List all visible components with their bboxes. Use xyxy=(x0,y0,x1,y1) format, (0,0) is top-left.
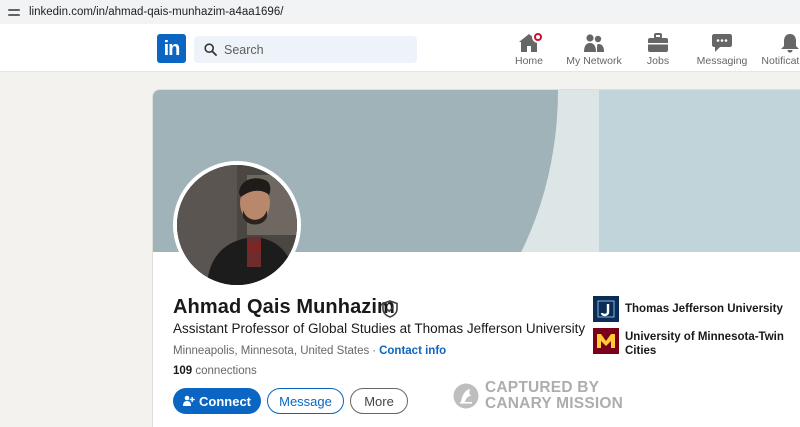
nav-item-jobs[interactable]: Jobs xyxy=(640,33,676,71)
watermark-line-1: CAPTURED BY xyxy=(485,379,600,396)
tju-logo xyxy=(593,296,619,322)
url-text[interactable]: linkedin.com/in/ahmad-qais-munhazim-a4aa… xyxy=(29,6,283,18)
canary-mission-watermark: CAPTURED BY CANARY MISSION xyxy=(453,380,623,412)
search-input[interactable] xyxy=(224,36,409,63)
profile-name: Ahmad Qais Munhazim xyxy=(173,296,395,318)
watermark-line-2: CANARY MISSION xyxy=(485,395,624,412)
location-line: Minneapolis, Minnesota, United States · Co… xyxy=(173,345,446,357)
notification-badge xyxy=(532,31,544,43)
browser-address-bar[interactable]: linkedin.com/in/ahmad-qais-munhazim-a4aa… xyxy=(0,0,800,24)
search-icon xyxy=(204,43,217,56)
education-name: University of Minnesota-Twin Cities xyxy=(625,331,784,357)
nav-item-label: Home xyxy=(514,55,543,67)
profile-photo xyxy=(177,165,297,285)
search-box[interactable] xyxy=(194,36,417,63)
separator: · xyxy=(372,345,377,357)
education-item-umn[interactable]: University of Minnesota-Twin Cities xyxy=(593,328,795,358)
nav-item-messaging[interactable]: Messaging xyxy=(695,33,749,71)
linkedin-logo[interactable]: in xyxy=(157,34,186,63)
profile-headline: Assistant Professor of Global Studies at… xyxy=(173,321,586,336)
chat-icon xyxy=(712,34,732,52)
education-name: Thomas Jefferson University xyxy=(625,303,783,315)
nav-item-label: My Network xyxy=(566,55,622,67)
bell-icon xyxy=(781,34,799,53)
add-person-icon xyxy=(183,395,195,406)
connections-count: 109 xyxy=(173,365,193,377)
umn-logo xyxy=(593,328,619,354)
top-navigation: in Home My Network Jobs xyxy=(0,24,800,72)
canary-logo-icon xyxy=(453,383,479,409)
contact-info-link[interactable]: Contact info xyxy=(379,345,446,357)
nav-item-notifications[interactable]: Notifications xyxy=(759,33,800,71)
briefcase-icon xyxy=(648,33,668,52)
site-settings-icon[interactable] xyxy=(8,7,20,17)
verified-shield-icon[interactable] xyxy=(382,300,398,318)
avatar[interactable] xyxy=(173,161,301,289)
network-icon xyxy=(584,34,604,52)
connections-label: connections xyxy=(195,365,257,377)
connect-button[interactable]: Connect xyxy=(173,388,261,414)
nav-item-home[interactable]: Home xyxy=(509,31,549,71)
nav-item-my-network[interactable]: My Network xyxy=(564,33,624,71)
profile-card: Ahmad Qais Munhazim Assistant Professor … xyxy=(152,89,800,427)
connect-label: Connect xyxy=(199,393,251,409)
connections-line[interactable]: 109 connections xyxy=(173,365,257,377)
nav-item-label: Messaging xyxy=(696,55,748,67)
more-button[interactable]: More xyxy=(350,388,408,414)
nav-item-label: Notifications xyxy=(761,55,800,67)
education-item-tju[interactable]: Thomas Jefferson University xyxy=(593,296,795,322)
location-text: Minneapolis, Minnesota, United States xyxy=(173,345,370,357)
nav-item-label: Jobs xyxy=(646,55,670,67)
message-button[interactable]: Message xyxy=(267,388,344,414)
